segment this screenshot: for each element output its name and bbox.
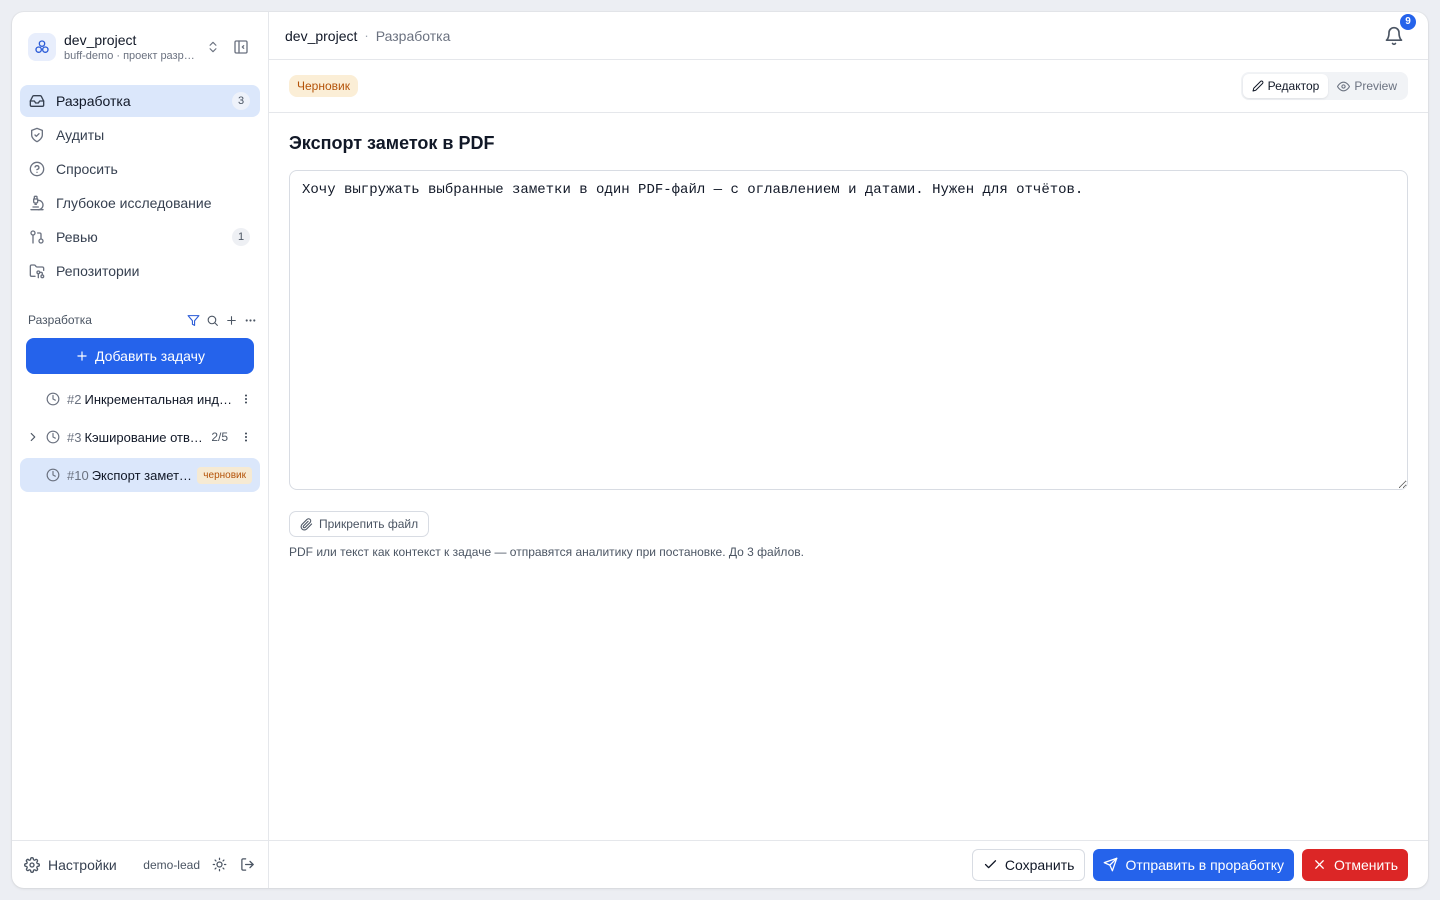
nav-item-review[interactable]: Ревью 1 [20, 221, 260, 253]
breadcrumb-project[interactable]: dev_project [285, 28, 357, 44]
chevron-right-icon[interactable] [26, 430, 40, 444]
tasks-section-title: Разработка [28, 313, 92, 327]
filter-icon[interactable] [186, 313, 201, 328]
task-item[interactable]: #10 Экспорт заметок в PDF черновик [20, 458, 260, 492]
plus-icon[interactable] [224, 313, 239, 328]
task-number: #3 [67, 429, 82, 445]
tab-editor-label: Редактор [1267, 79, 1320, 93]
help-circle-icon [28, 160, 46, 178]
nav-label: Аудиты [56, 127, 105, 143]
nav-label: Ревью [56, 229, 98, 245]
more-vertical-icon[interactable] [240, 430, 252, 444]
paperclip-icon [300, 517, 313, 531]
clock-icon [46, 468, 60, 482]
send-label: Отправить в проработку [1125, 856, 1285, 873]
add-task-label: Добавить задачу [95, 348, 205, 364]
bell-icon[interactable]: 9 [1384, 13, 1416, 46]
tasks-section-tools [186, 313, 258, 328]
inbox-icon [28, 92, 46, 110]
cancel-button[interactable]: Отменить [1302, 848, 1408, 881]
sidebar: dev_project buff-demo · проект разработк… [12, 12, 269, 888]
more-horizontal-icon[interactable] [243, 313, 258, 328]
action-footer: Сохранить Отправить в проработку Отменит… [269, 840, 1428, 888]
search-icon[interactable] [205, 313, 220, 328]
shield-check-icon [28, 126, 46, 144]
logout-icon[interactable] [240, 857, 256, 872]
attach-file-button[interactable]: Прикрепить файл [289, 511, 430, 537]
cancel-label: Отменить [1334, 856, 1398, 873]
nav-count: 3 [232, 92, 250, 110]
task-item[interactable]: #2 Инкрементальная индексация [20, 382, 260, 416]
task-description-textarea[interactable]: Хочу выгружать выбранные заметки в один … [289, 170, 1408, 490]
project-name: dev_project [64, 31, 137, 48]
status-bar: Черновик Редактор Preview [269, 60, 1428, 113]
check-icon [983, 857, 998, 872]
nav-item-development[interactable]: Разработка 3 [20, 85, 260, 117]
breadcrumb-separator: · [364, 28, 369, 43]
app-window: dev_project buff-demo · проект разработк… [12, 12, 1428, 888]
project-header: dev_project buff-demo · проект разработк… [12, 12, 268, 82]
nav-label: Спросить [56, 161, 118, 177]
mode-toggle: Редактор Preview [1240, 72, 1408, 100]
task-title: Экспорт заметок в PDF [91, 467, 194, 483]
tasks-section-header: Разработка [12, 310, 268, 330]
close-icon [1312, 857, 1327, 872]
nav-item-deep-research[interactable]: Глубокое исследование [20, 187, 260, 219]
main-panel: dev_project · Разработка 9 Черновик Реда… [269, 12, 1428, 888]
folder-git-icon [28, 262, 46, 280]
settings-label: Настройки [48, 856, 117, 873]
pencil-icon [1252, 80, 1264, 92]
settings-button[interactable]: Настройки [24, 857, 117, 873]
topbar: dev_project · Разработка 9 [269, 12, 1428, 60]
draft-badge: черновик [197, 466, 252, 484]
more-vertical-icon[interactable] [240, 392, 252, 406]
clock-icon [46, 430, 60, 444]
clock-icon [46, 392, 60, 406]
nav-item-audits[interactable]: Аудиты [20, 119, 260, 151]
sidebar-footer: Настройки demo-lead [12, 840, 268, 888]
save-button[interactable]: Сохранить [971, 848, 1086, 881]
sun-icon[interactable] [212, 857, 228, 872]
main-nav: Разработка 3 Аудиты Спросить Глубокое ис… [12, 82, 268, 289]
task-number: #2 [67, 391, 82, 407]
git-pull-request-icon [28, 228, 46, 246]
nav-item-ask[interactable]: Спросить [20, 153, 260, 185]
project-logo-icon [28, 33, 56, 61]
nav-label: Глубокое исследование [56, 195, 212, 211]
attach-file-label: Прикрепить файл [319, 517, 419, 531]
sidebar-collapse-icon[interactable] [233, 39, 249, 55]
task-editor-content: Экспорт заметок в PDF Хочу выгружать выб… [269, 113, 1428, 559]
task-title-heading[interactable]: Экспорт заметок в PDF [289, 133, 1408, 154]
send-to-refinement-button[interactable]: Отправить в проработку [1093, 848, 1295, 881]
task-list: #2 Инкрементальная индексация #3 Кэширов… [12, 374, 268, 496]
add-task-button[interactable]: Добавить задачу [26, 338, 254, 374]
breadcrumb: dev_project · Разработка [285, 28, 450, 44]
nav-label: Репозитории [56, 263, 140, 279]
notification-badge: 9 [1400, 13, 1416, 30]
nav-count: 1 [232, 228, 250, 246]
project-switcher[interactable]: dev_project buff-demo · проект разработк… [64, 32, 198, 63]
task-title: Кэширование ответов [84, 429, 208, 445]
tab-editor[interactable]: Редактор [1242, 74, 1329, 98]
user-name: demo-lead [143, 857, 200, 872]
nav-item-repositories[interactable]: Репозитории [20, 255, 260, 287]
task-title: Инкрементальная индексация [84, 391, 236, 407]
project-subtitle: buff-demo · проект разработки [64, 49, 198, 62]
chevrons-up-down-icon[interactable] [206, 40, 220, 54]
save-label: Сохранить [1004, 856, 1075, 873]
send-icon [1103, 857, 1118, 872]
tab-preview-label: Preview [1354, 79, 1397, 93]
task-number: #10 [67, 467, 89, 483]
nav-label: Разработка [56, 93, 131, 109]
tab-preview[interactable]: Preview [1328, 74, 1406, 98]
gear-icon [24, 856, 40, 873]
microscope-icon [28, 194, 46, 212]
task-progress: 2/5 [211, 430, 228, 444]
eye-icon [1337, 80, 1351, 93]
attach-hint: PDF или текст как контекст к задаче — от… [289, 545, 804, 559]
task-item[interactable]: #3 Кэширование ответов 2/5 [20, 420, 260, 454]
plus-icon [75, 349, 89, 363]
status-badge: Черновик [289, 75, 358, 97]
breadcrumb-current: Разработка [375, 27, 451, 44]
